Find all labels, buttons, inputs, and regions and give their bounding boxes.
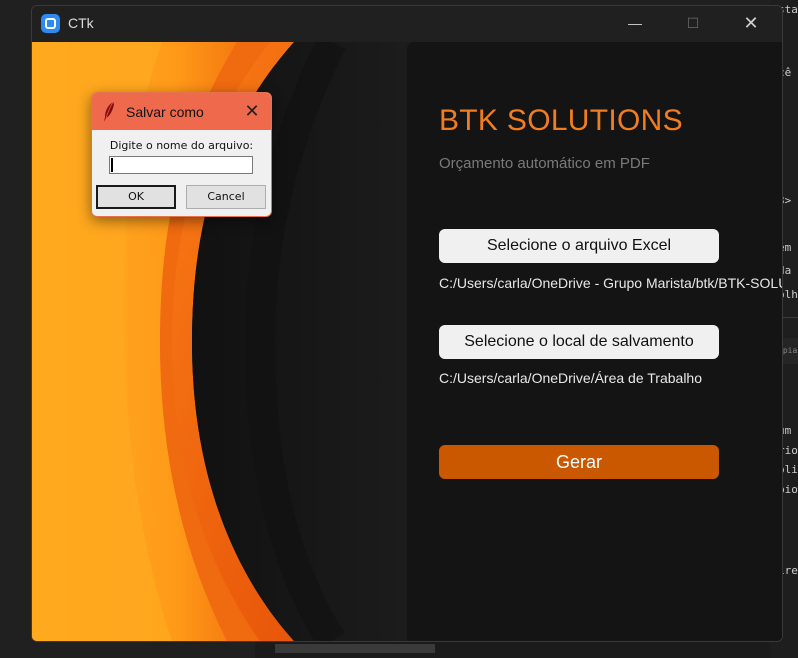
select-save-location-button[interactable]: Selecione o local de salvamento (439, 325, 719, 359)
window-title: CTk (68, 15, 94, 31)
save-as-dialog: Salvar como ✕ Digite o nome do arquivo: … (91, 92, 272, 217)
dialog-title-bar[interactable]: Salvar como ✕ (92, 93, 271, 130)
save-path-label: C:/Users/carla/OneDrive/Área de Trabalho (439, 370, 702, 386)
feather-icon (104, 101, 114, 122)
generate-button[interactable]: Gerar (439, 445, 719, 479)
background-scrollbar[interactable] (255, 641, 770, 658)
filename-prompt: Digite o nome do arquivo: (109, 139, 254, 152)
app-subtitle: Orçamento automático em PDF (439, 155, 650, 172)
filename-input[interactable] (109, 156, 253, 174)
text-cursor (111, 158, 113, 172)
cancel-button[interactable]: Cancel (186, 185, 266, 209)
select-excel-button[interactable]: Selecione o arquivo Excel (439, 229, 719, 263)
title-bar[interactable]: CTk — ☐ ✕ (32, 6, 782, 41)
scrollbar-thumb[interactable] (275, 644, 435, 653)
dialog-close-button[interactable]: ✕ (238, 99, 266, 123)
brand-title: BTK SOLUTIONS (439, 104, 683, 137)
minimize-button[interactable]: — (612, 6, 658, 41)
close-button[interactable]: ✕ (728, 6, 774, 41)
ok-button[interactable]: OK (96, 185, 176, 209)
excel-path-label: C:/Users/carla/OneDrive - Grupo Marista/… (439, 275, 782, 291)
maximize-button[interactable]: ☐ (670, 6, 716, 41)
dialog-title: Salvar como (126, 104, 204, 120)
ctk-app-icon (41, 14, 60, 33)
form-panel: BTK SOLUTIONS Orçamento automático em PD… (407, 42, 782, 641)
